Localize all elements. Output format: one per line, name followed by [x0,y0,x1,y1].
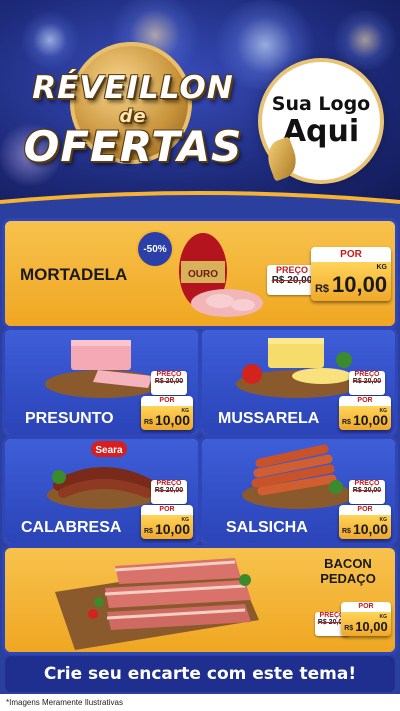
product-card-salsicha[interactable]: SALSICHA PREÇO R$ 20,00 POR R$ 10,00 KG [202,439,395,543]
logo-text-2: Aqui [282,113,360,149]
event-title: RÉVEILLON de OFERTAS [8,36,258,176]
discount-badge: -50% [138,232,172,266]
new-price-tag: POR R$ 10,00 KG [339,396,391,430]
product-card-calabresa[interactable]: Seara CALABRESA PREÇO R$ 20,00 POR R$ 10… [5,439,198,543]
product-name: SALSICHA [226,519,308,536]
new-price-tag: POR R$ 10,00 KG [141,505,193,539]
old-price-tag: PREÇO R$ 20,00 [151,480,187,504]
old-price-tag: PREÇO R$ 20,00 [349,480,385,504]
product-name: PRESUNTO [25,410,114,427]
disclaimer: *Imagens Meramente Ilustrativas [0,694,400,711]
product-name: BACON PEDAÇO [320,556,376,586]
old-price-tag: PREÇO R$ 20,00 [151,371,187,395]
product-card-mortadela[interactable]: MORTADELA OURO PREÇO R$ 20,00 POR R$ 10,… [5,221,395,326]
old-price-tag: PREÇO R$ 20,00 [349,371,385,395]
new-price-tag: POR R$ 10,00 KG [311,247,391,301]
header-wave [0,191,400,220]
brand-label: OURO [188,269,218,280]
brand-label: Seara [95,445,123,456]
product-card-presunto[interactable]: PRESUNTO PREÇO R$ 20,00 POR R$ 10,00 KG [5,330,198,434]
product-name: CALABRESA [21,519,122,536]
mussarela-image [236,338,360,398]
product-card-bacon[interactable]: BACON PEDAÇO PREÇO R$ 20,00 POR R$ 10,00… [5,548,395,652]
presunto-image [45,340,161,398]
title-line-1: RÉVEILLON [32,70,234,106]
salsicha-image [242,444,354,509]
bacon-image [55,558,259,650]
product-card-mussarela[interactable]: MUSSARELA PREÇO R$ 20,00 POR R$ 10,00 KG [202,330,395,434]
calabresa-image: Seara [47,441,159,509]
mortadela-image: OURO [179,233,263,317]
new-price-tag: POR R$ 10,00 KG [141,396,193,430]
product-name: MORTADELA [20,265,128,284]
old-price-tag: PREÇO R$ 20,00 [267,265,317,295]
new-price-tag: POR R$ 10,00 KG [341,602,391,636]
header-banner: RÉVEILLON de OFERTAS Sua Logo Aqui [0,0,400,205]
title-line-3: OFERTAS [23,122,243,171]
firework-icon [330,10,400,70]
cta-banner[interactable]: Crie seu encarte com este tema! [5,656,395,692]
product-name: MUSSARELA [218,410,320,427]
new-price-tag: POR R$ 10,00 KG [339,505,391,539]
logo-text-1: Sua Logo [271,93,371,116]
